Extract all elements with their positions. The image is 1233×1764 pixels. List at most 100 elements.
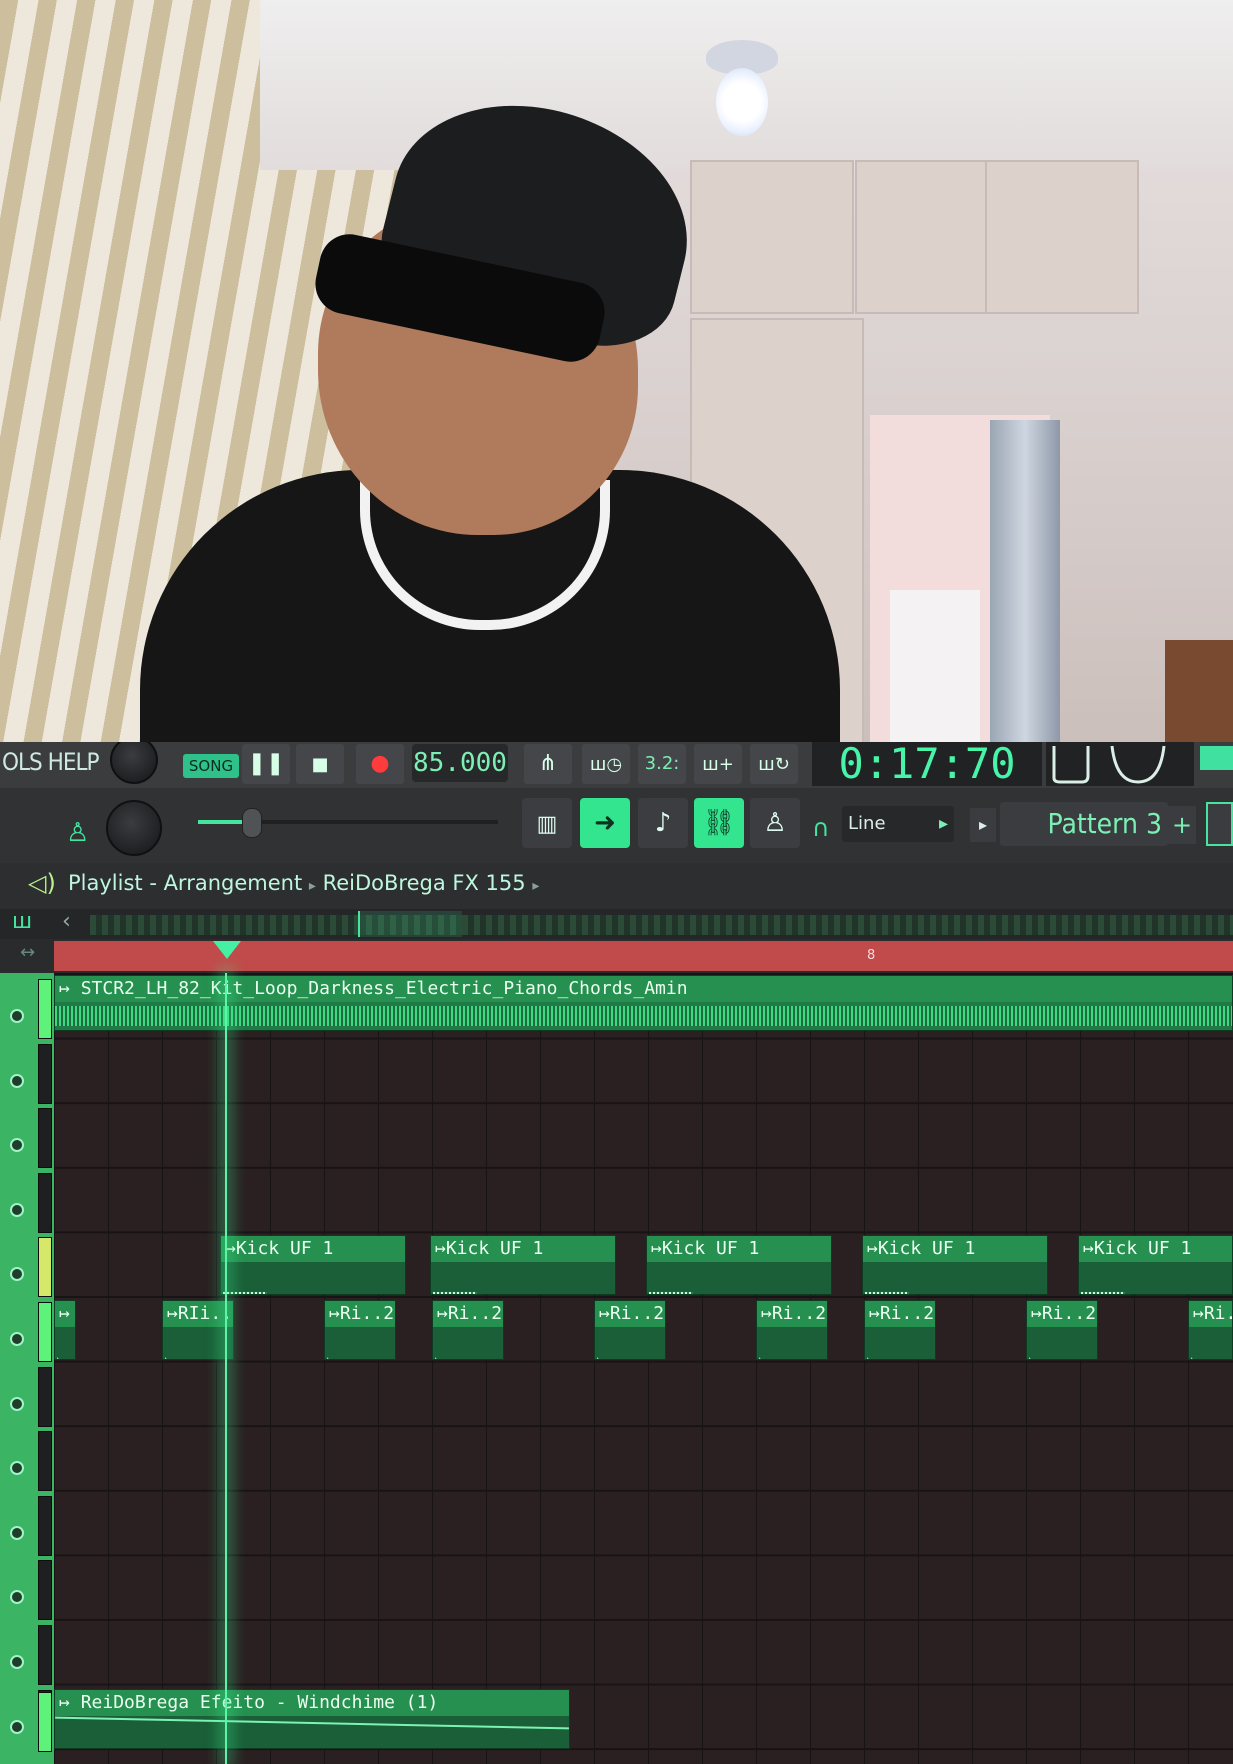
clip-kick[interactable]: ↦Kick UF 1 (220, 1235, 406, 1295)
clip-label: Kick UF 1 (445, 1238, 544, 1259)
track-mute-slot[interactable] (38, 1495, 52, 1556)
metronome-icon: ⋔ (538, 751, 558, 776)
clip-waveform (431, 1262, 615, 1294)
playhead-marker[interactable] (213, 941, 241, 959)
snap-selector[interactable]: Line ▸ (842, 806, 954, 842)
scroll-left-icon[interactable]: ‹ (62, 909, 71, 934)
track-mute-slot[interactable] (38, 1108, 52, 1169)
pattern-prev-button[interactable]: ▸ (970, 808, 996, 842)
playlist-breadcrumb: Playlist - Arrangement ▸ ReiDoBrega FX 1… (68, 871, 539, 895)
clip-main-loop[interactable]: ↦ STCR2_LH_82_Kit_Loop_Darkness_Electric… (54, 975, 1233, 1031)
clip-arrow-icon: ↦ (167, 1303, 178, 1324)
clip-waveform (1079, 1262, 1232, 1294)
clip-ri[interactable]: ↦Ri..2 (1026, 1300, 1098, 1360)
clip-arrow-icon: ↦ (1083, 1238, 1094, 1259)
clip-waveform (863, 1262, 1047, 1294)
playlist-title: Playlist - Arrangement (68, 871, 303, 895)
clip-arrow-icon: ↦ (59, 1692, 70, 1713)
clip-waveform (325, 1327, 395, 1359)
clip-ri[interactable]: ↦Ri..2 (864, 1300, 936, 1360)
track-record-dot[interactable] (10, 1719, 24, 1734)
track-record-dot[interactable] (10, 1396, 24, 1411)
song-overview[interactable]: ш ‹ (0, 909, 1233, 939)
record-button[interactable]: ● (356, 744, 404, 784)
clip-arrow-icon: ↦ (869, 1303, 880, 1324)
menu-bar[interactable]: OLS HELP (2, 748, 100, 776)
playlist-button[interactable]: ➜ (580, 798, 630, 848)
overview-viewport[interactable] (358, 911, 462, 937)
master-volume-slider[interactable] (198, 808, 498, 838)
channel-rack-button[interactable]: ♪ (638, 798, 688, 848)
track-mute-slot[interactable] (38, 1302, 52, 1362)
clip-windchime[interactable]: ↦ ReiDoBrega Efeito - Windchime (1) (54, 1689, 570, 1749)
track-mute-slot[interactable] (38, 979, 52, 1039)
slider-handle[interactable] (242, 808, 262, 838)
clip-label: Kick UF 1 (661, 1238, 760, 1259)
snap-label: Line (848, 813, 886, 834)
clip-kick[interactable]: ↦Kick UF 1 (646, 1235, 832, 1295)
clip-kick[interactable]: ↦Kick UF 1 (862, 1235, 1048, 1295)
metronome-button[interactable]: ⋔ (524, 744, 572, 784)
magnet-icon[interactable]: ∩ (812, 814, 830, 842)
track-mute-slot[interactable] (38, 1366, 52, 1427)
track-mute-slot[interactable] (38, 1237, 52, 1298)
cpu-meter (1200, 746, 1233, 770)
track-mute-slot[interactable] (38, 1431, 52, 1492)
pattern-selector[interactable]: Pattern 3 (1000, 802, 1168, 846)
clip-waveform (1027, 1327, 1097, 1359)
add-pattern-button[interactable]: + (1168, 806, 1196, 844)
clip-waveform (55, 1716, 569, 1748)
clip-ri[interactable]: ↦Ri..2 (324, 1300, 396, 1360)
breadcrumb-separator: ▸ (308, 878, 316, 894)
playlist-grid[interactable] (54, 973, 1233, 1764)
stop-button[interactable]: ■ (296, 744, 344, 784)
track-mute-slot[interactable] (38, 1043, 52, 1104)
piano-keys-icon[interactable]: ш (12, 909, 32, 934)
clip-kick[interactable]: ↦Kick UF 1 (430, 1235, 616, 1295)
track-mute-slot[interactable] (38, 1625, 52, 1685)
timeline-bar-number: 8 (867, 948, 876, 963)
mixer-button[interactable]: ♙ (750, 798, 800, 848)
clip-ri[interactable]: ↦RIi..2 (162, 1300, 234, 1360)
track-record-dot[interactable] (10, 1073, 24, 1088)
webcam-view (0, 0, 1233, 742)
clip-arrow-icon: ↦ (867, 1238, 878, 1259)
master-pitch-knob[interactable] (106, 800, 162, 856)
upper-cabinet-left (690, 160, 854, 314)
current-pattern-name[interactable]: ReiDoBrega FX 155 (323, 871, 526, 895)
track-record-dot[interactable] (10, 1202, 24, 1217)
clip-ri[interactable]: ↦Ri..2 (432, 1300, 504, 1360)
clip-arrow-icon: ↦ (59, 978, 70, 999)
light-bulb (716, 68, 768, 136)
wait-for-input-button[interactable]: ш◷ (582, 744, 630, 784)
loop-record-button[interactable]: ш↻ (750, 744, 798, 784)
clip-label: Kick UF 1 (1093, 1238, 1192, 1259)
clip-label: Ri..2 (1041, 1303, 1097, 1324)
track-record-dot[interactable] (10, 1332, 24, 1346)
browser-button[interactable] (1206, 802, 1233, 846)
clip-ri[interactable]: ↦Ri..2 (756, 1300, 828, 1360)
track-record-dot[interactable] (10, 1525, 24, 1540)
resize-icon[interactable]: ↔ (20, 942, 35, 963)
track-mute-slot[interactable] (38, 1692, 52, 1752)
track-mute-slot[interactable] (38, 1560, 52, 1621)
clip-waveform (433, 1327, 503, 1359)
tempo-display[interactable]: 85.000 (412, 744, 508, 782)
clip-ri[interactable]: ↦Ri..2 (594, 1300, 666, 1360)
speaker-icon[interactable]: ◁) (28, 869, 56, 897)
clip-ri[interactable]: ↦ (54, 1300, 76, 1360)
clip-kick[interactable]: ↦Kick UF 1 (1078, 1235, 1233, 1295)
clip-ri[interactable]: ↦Ri. (1188, 1300, 1233, 1360)
step-edit-button[interactable]: ш+ (694, 744, 742, 784)
pause-button[interactable]: ❚❚ (242, 744, 290, 784)
piano-roll-button[interactable]: ▥ (522, 798, 572, 848)
master-volume-knob[interactable] (110, 742, 158, 784)
play-small-icon: ▸ (978, 815, 988, 834)
link-button[interactable]: ⛓ (694, 798, 744, 848)
track-mute-slot[interactable] (38, 1172, 52, 1233)
bell-icon[interactable]: ♙ (66, 818, 89, 848)
time-signature[interactable]: 3.2: (638, 744, 686, 784)
track-record-dot[interactable] (10, 1009, 24, 1023)
track-record-dot[interactable] (10, 1655, 24, 1669)
song-mode-button[interactable]: SONG (183, 754, 239, 778)
